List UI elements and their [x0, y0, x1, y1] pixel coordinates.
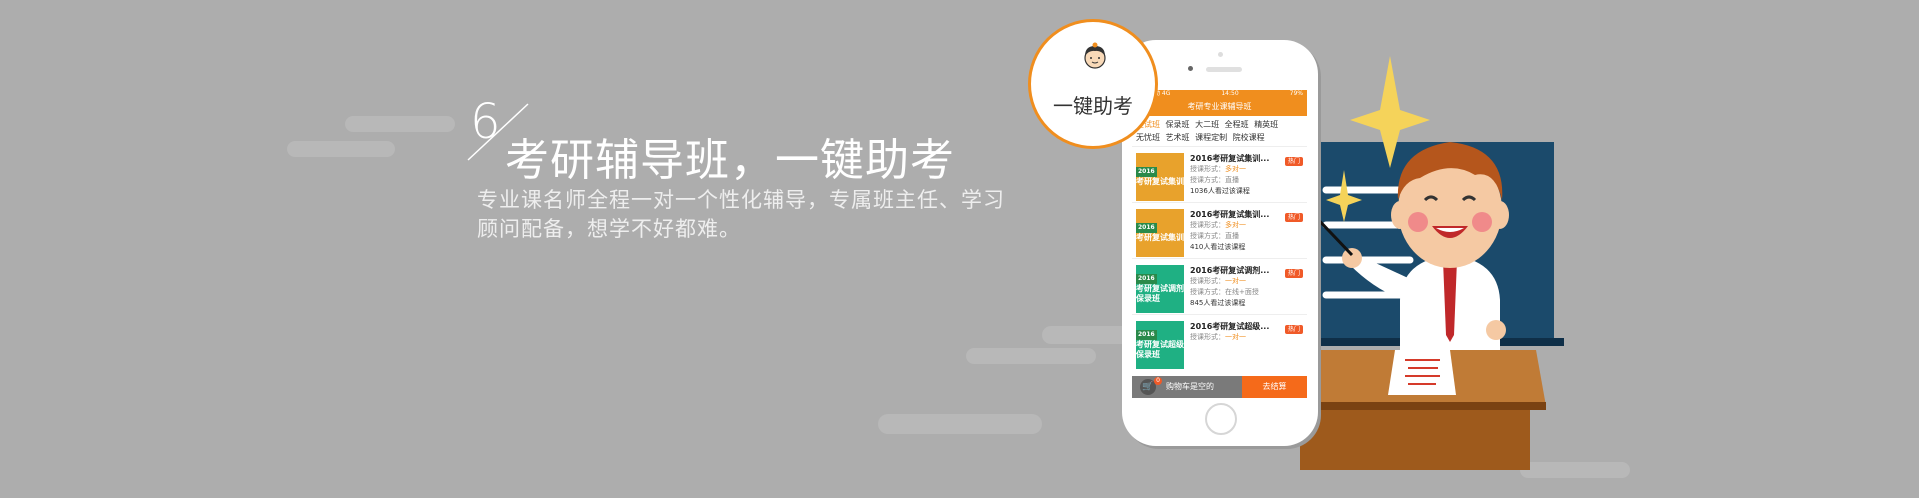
thumb-text: 考研复试调剂保录班 — [1136, 284, 1184, 303]
course-item[interactable]: 2016 考研复试调剂保录班 2016考研复试调剂... 授课形式：一对一 授课方… — [1132, 258, 1307, 314]
tab-yishu[interactable]: 艺术班 — [1166, 133, 1190, 142]
status-time: 14:50 — [1221, 90, 1239, 97]
course-mode: 授课方式：在线+面授 — [1190, 288, 1259, 296]
course-viewers: 1036人看过该课程 — [1190, 187, 1250, 195]
hot-badge: 热门 — [1284, 157, 1303, 166]
cloud-decoration — [345, 116, 455, 132]
course-viewers: 410人看过该课程 — [1190, 243, 1246, 251]
thumb-text: 考研复试集训 — [1136, 233, 1184, 242]
home-button — [1205, 403, 1237, 435]
course-info: 2016考研复试调剂... 授课形式：一对一 授课方式：在线+面授 845人看过… — [1190, 265, 1269, 314]
course-item[interactable]: 2016 考研复试集训 2016考研复试集训... 授课形式：多对一 授课方式：直… — [1132, 202, 1307, 258]
checkout-button[interactable]: 去结算 — [1242, 376, 1307, 398]
tab-dingzhi[interactable]: 课程定制 — [1195, 133, 1227, 142]
course-mode: 授课方式：直播 — [1190, 176, 1239, 184]
phone-screen: 中国移动 4G 14:50 79% 考研专业课辅导班 复试班 保录班 大二班 全… — [1132, 90, 1307, 398]
category-tabs: 复试班 保录班 大二班 全程班 精英班 无忧班 艺术班 课程定制 院校课程 — [1132, 116, 1307, 146]
course-title: 2016考研复试调剂... — [1190, 266, 1270, 275]
speaker — [1206, 67, 1242, 72]
cart-label: 购物车是空的 — [1166, 382, 1214, 391]
course-item[interactable]: 2016 考研复试超级保录班 2016考研复试超级... 授课形式：一对一 热门 — [1132, 314, 1307, 370]
battery: 79% — [1289, 90, 1303, 97]
thumb-year: 2016 — [1136, 167, 1157, 177]
course-info: 2016考研复试集训... 授课形式：多对一 授课方式：直播 410人看过该课程 — [1190, 209, 1269, 258]
course-thumbnail: 2016 考研复试调剂保录班 — [1136, 265, 1184, 313]
tab-wuyou[interactable]: 无忧班 — [1136, 133, 1160, 142]
course-form-label: 授课形式： — [1190, 165, 1225, 173]
badge-label: 一键助考 — [1053, 94, 1133, 118]
course-item[interactable]: 2016 考研复试集训 2016考研复试集训... 授课形式：多对一 授课方式：直… — [1132, 146, 1307, 202]
nav-title: 考研专业课辅导班 — [1132, 98, 1307, 116]
course-form-value: 多对一 — [1225, 165, 1246, 173]
course-mode: 授课方式：直播 — [1190, 232, 1239, 240]
camera — [1188, 66, 1193, 71]
cart-bar: 🛒 0 购物车是空的 去结算 — [1132, 376, 1307, 398]
course-form-label: 授课形式： — [1190, 221, 1225, 229]
teacher-illustration — [1300, 56, 1564, 470]
sensor — [1218, 52, 1223, 57]
status-bar: 中国移动 4G 14:50 79% — [1132, 90, 1307, 98]
assist-badge: 一键助考 — [1028, 19, 1158, 149]
course-viewers: 845人看过该课程 — [1190, 299, 1246, 307]
tab-baolu[interactable]: 保录班 — [1166, 120, 1190, 129]
description-line: 专业课名师全程一对一个性化辅导，专属班主任、学习 — [477, 188, 1005, 212]
hot-badge: 热门 — [1284, 269, 1303, 278]
cloud-decoration — [966, 348, 1096, 364]
course-title: 2016考研复试集训... — [1190, 210, 1270, 219]
thumb-year: 2016 — [1136, 223, 1157, 233]
course-form-label: 授课形式： — [1190, 333, 1225, 341]
thumb-year: 2016 — [1136, 330, 1157, 340]
avatar-icon — [1084, 42, 1106, 69]
course-form-value: 一对一 — [1225, 277, 1246, 285]
course-info: 2016考研复试集训... 授课形式：多对一 授课方式：直播 1036人看过该课… — [1190, 153, 1269, 202]
course-form-value: 一对一 — [1225, 333, 1246, 341]
course-form-value: 多对一 — [1225, 221, 1246, 229]
tab-yuanxiao[interactable]: 院校课程 — [1233, 133, 1265, 142]
hot-badge: 热门 — [1284, 325, 1303, 334]
thumb-text: 考研复试超级保录班 — [1136, 340, 1184, 359]
hot-badge: 热门 — [1284, 213, 1303, 222]
cloud-decoration — [878, 414, 1042, 434]
cloud-decoration — [287, 141, 395, 157]
banner-description: 专业课名师全程一对一个性化辅导，专属班主任、学习 顾问配备，想学不好都难。 — [477, 186, 1077, 244]
thumb-year: 2016 — [1136, 274, 1157, 284]
course-thumbnail: 2016 考研复试集训 — [1136, 153, 1184, 201]
tab-quancheng[interactable]: 全程班 — [1225, 120, 1249, 129]
thumb-text: 考研复试集训 — [1136, 177, 1184, 186]
description-line: 顾问配备，想学不好都难。 — [477, 217, 741, 241]
banner-title: 考研辅导班，一键助考 — [505, 135, 955, 186]
cart-count: 0 — [1154, 377, 1162, 385]
course-info: 2016考研复试超级... 授课形式：一对一 — [1190, 321, 1269, 370]
course-thumbnail: 2016 考研复试超级保录班 — [1136, 321, 1184, 369]
course-form-label: 授课形式： — [1190, 277, 1225, 285]
cart-button[interactable]: 🛒 0 购物车是空的 — [1132, 376, 1242, 398]
course-thumbnail: 2016 考研复试集训 — [1136, 209, 1184, 257]
tab-daer[interactable]: 大二班 — [1195, 120, 1219, 129]
course-title: 2016考研复试集训... — [1190, 154, 1270, 163]
tab-jingying[interactable]: 精英班 — [1254, 120, 1278, 129]
course-title: 2016考研复试超级... — [1190, 322, 1270, 331]
